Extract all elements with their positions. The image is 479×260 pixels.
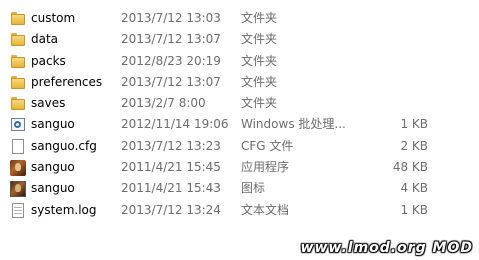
file-name: sanguo	[31, 117, 75, 132]
file-row-preferences[interactable]: preferences 2013/7/12 13:07 文件夹	[0, 72, 479, 93]
file-row-system-log[interactable]: system.log 2013/7/12 13:24 文本文档 1 KB	[0, 200, 479, 221]
file-type: 文本文档	[241, 202, 290, 217]
file-size: 1 KB	[400, 202, 428, 217]
file-row-sanguo-ico[interactable]: sanguo 2011/4/21 15:43 图标 4 KB	[0, 178, 479, 199]
file-type: 文件夹	[241, 53, 278, 68]
file-date-modified: 2013/7/12 13:24	[121, 202, 221, 217]
file-date-modified: 2012/8/23 20:19	[121, 53, 221, 68]
file-row-packs[interactable]: packs 2012/8/23 20:19 文件夹	[0, 51, 479, 72]
file-size: 48 KB	[392, 160, 428, 175]
file-type: CFG 文件	[241, 138, 294, 153]
file-type: 文件夹	[241, 11, 278, 25]
file-date-modified: 2011/4/21 15:45	[121, 160, 221, 175]
file-name: system.log	[31, 202, 97, 217]
file-size: 1 KB	[400, 117, 428, 132]
file-type: 文件夹	[241, 32, 278, 47]
file-date-modified: 2013/7/12 13:07	[121, 74, 221, 89]
file-name: sanguo	[31, 160, 75, 175]
file-name: sanguo	[31, 181, 75, 196]
text-document-icon	[10, 202, 26, 219]
watermark: www.lmod.org MOD	[300, 240, 473, 256]
file-name: packs	[31, 53, 66, 68]
file-type: 图标	[241, 181, 266, 196]
file-name: data	[31, 32, 59, 47]
file-row-sanguo-bat[interactable]: sanguo 2012/11/14 19:06 Windows 批处理... 1…	[0, 114, 479, 135]
file-name: preferences	[31, 74, 103, 89]
folder-icon	[10, 32, 26, 48]
application-icon	[10, 160, 26, 177]
file-size: 2 KB	[400, 138, 428, 153]
file-size: 4 KB	[400, 181, 428, 196]
file-type: 文件夹	[241, 74, 278, 89]
file-date-modified: 2011/4/21 15:43	[121, 181, 221, 196]
folder-icon	[10, 54, 26, 70]
file-row-sanguo-exe[interactable]: sanguo 2011/4/21 15:45 应用程序 48 KB	[0, 157, 479, 178]
file-date-modified: 2013/7/12 13:07	[121, 32, 221, 47]
file-type: Windows 批处理...	[241, 117, 346, 132]
file-list: custom 2013/7/12 13:03 文件夹 data 2013/7/1…	[0, 8, 479, 221]
file-name: saves	[31, 96, 66, 111]
file-row-custom[interactable]: custom 2013/7/12 13:03 文件夹	[0, 8, 479, 29]
file-row-saves[interactable]: saves 2013/2/7 8:00 文件夹	[0, 93, 479, 114]
file-date-modified: 2013/7/12 13:23	[121, 138, 221, 153]
file-date-modified: 2013/7/12 13:03	[121, 11, 221, 25]
file-row-sanguo-cfg[interactable]: sanguo.cfg 2013/7/12 13:23 CFG 文件 2 KB	[0, 136, 479, 157]
folder-icon	[10, 96, 26, 112]
cfg-file-icon	[10, 138, 26, 155]
folder-icon	[10, 11, 26, 27]
batch-file-icon	[10, 117, 26, 133]
file-name: sanguo.cfg	[31, 138, 97, 153]
file-row-data[interactable]: data 2013/7/12 13:07 文件夹	[0, 29, 479, 50]
file-date-modified: 2012/11/14 19:06	[121, 117, 229, 132]
folder-icon	[10, 75, 26, 91]
file-date-modified: 2013/2/7 8:00	[121, 96, 206, 111]
file-type: 应用程序	[241, 160, 290, 175]
file-name: custom	[31, 11, 76, 25]
image-file-icon	[10, 181, 26, 198]
file-type: 文件夹	[241, 96, 278, 111]
